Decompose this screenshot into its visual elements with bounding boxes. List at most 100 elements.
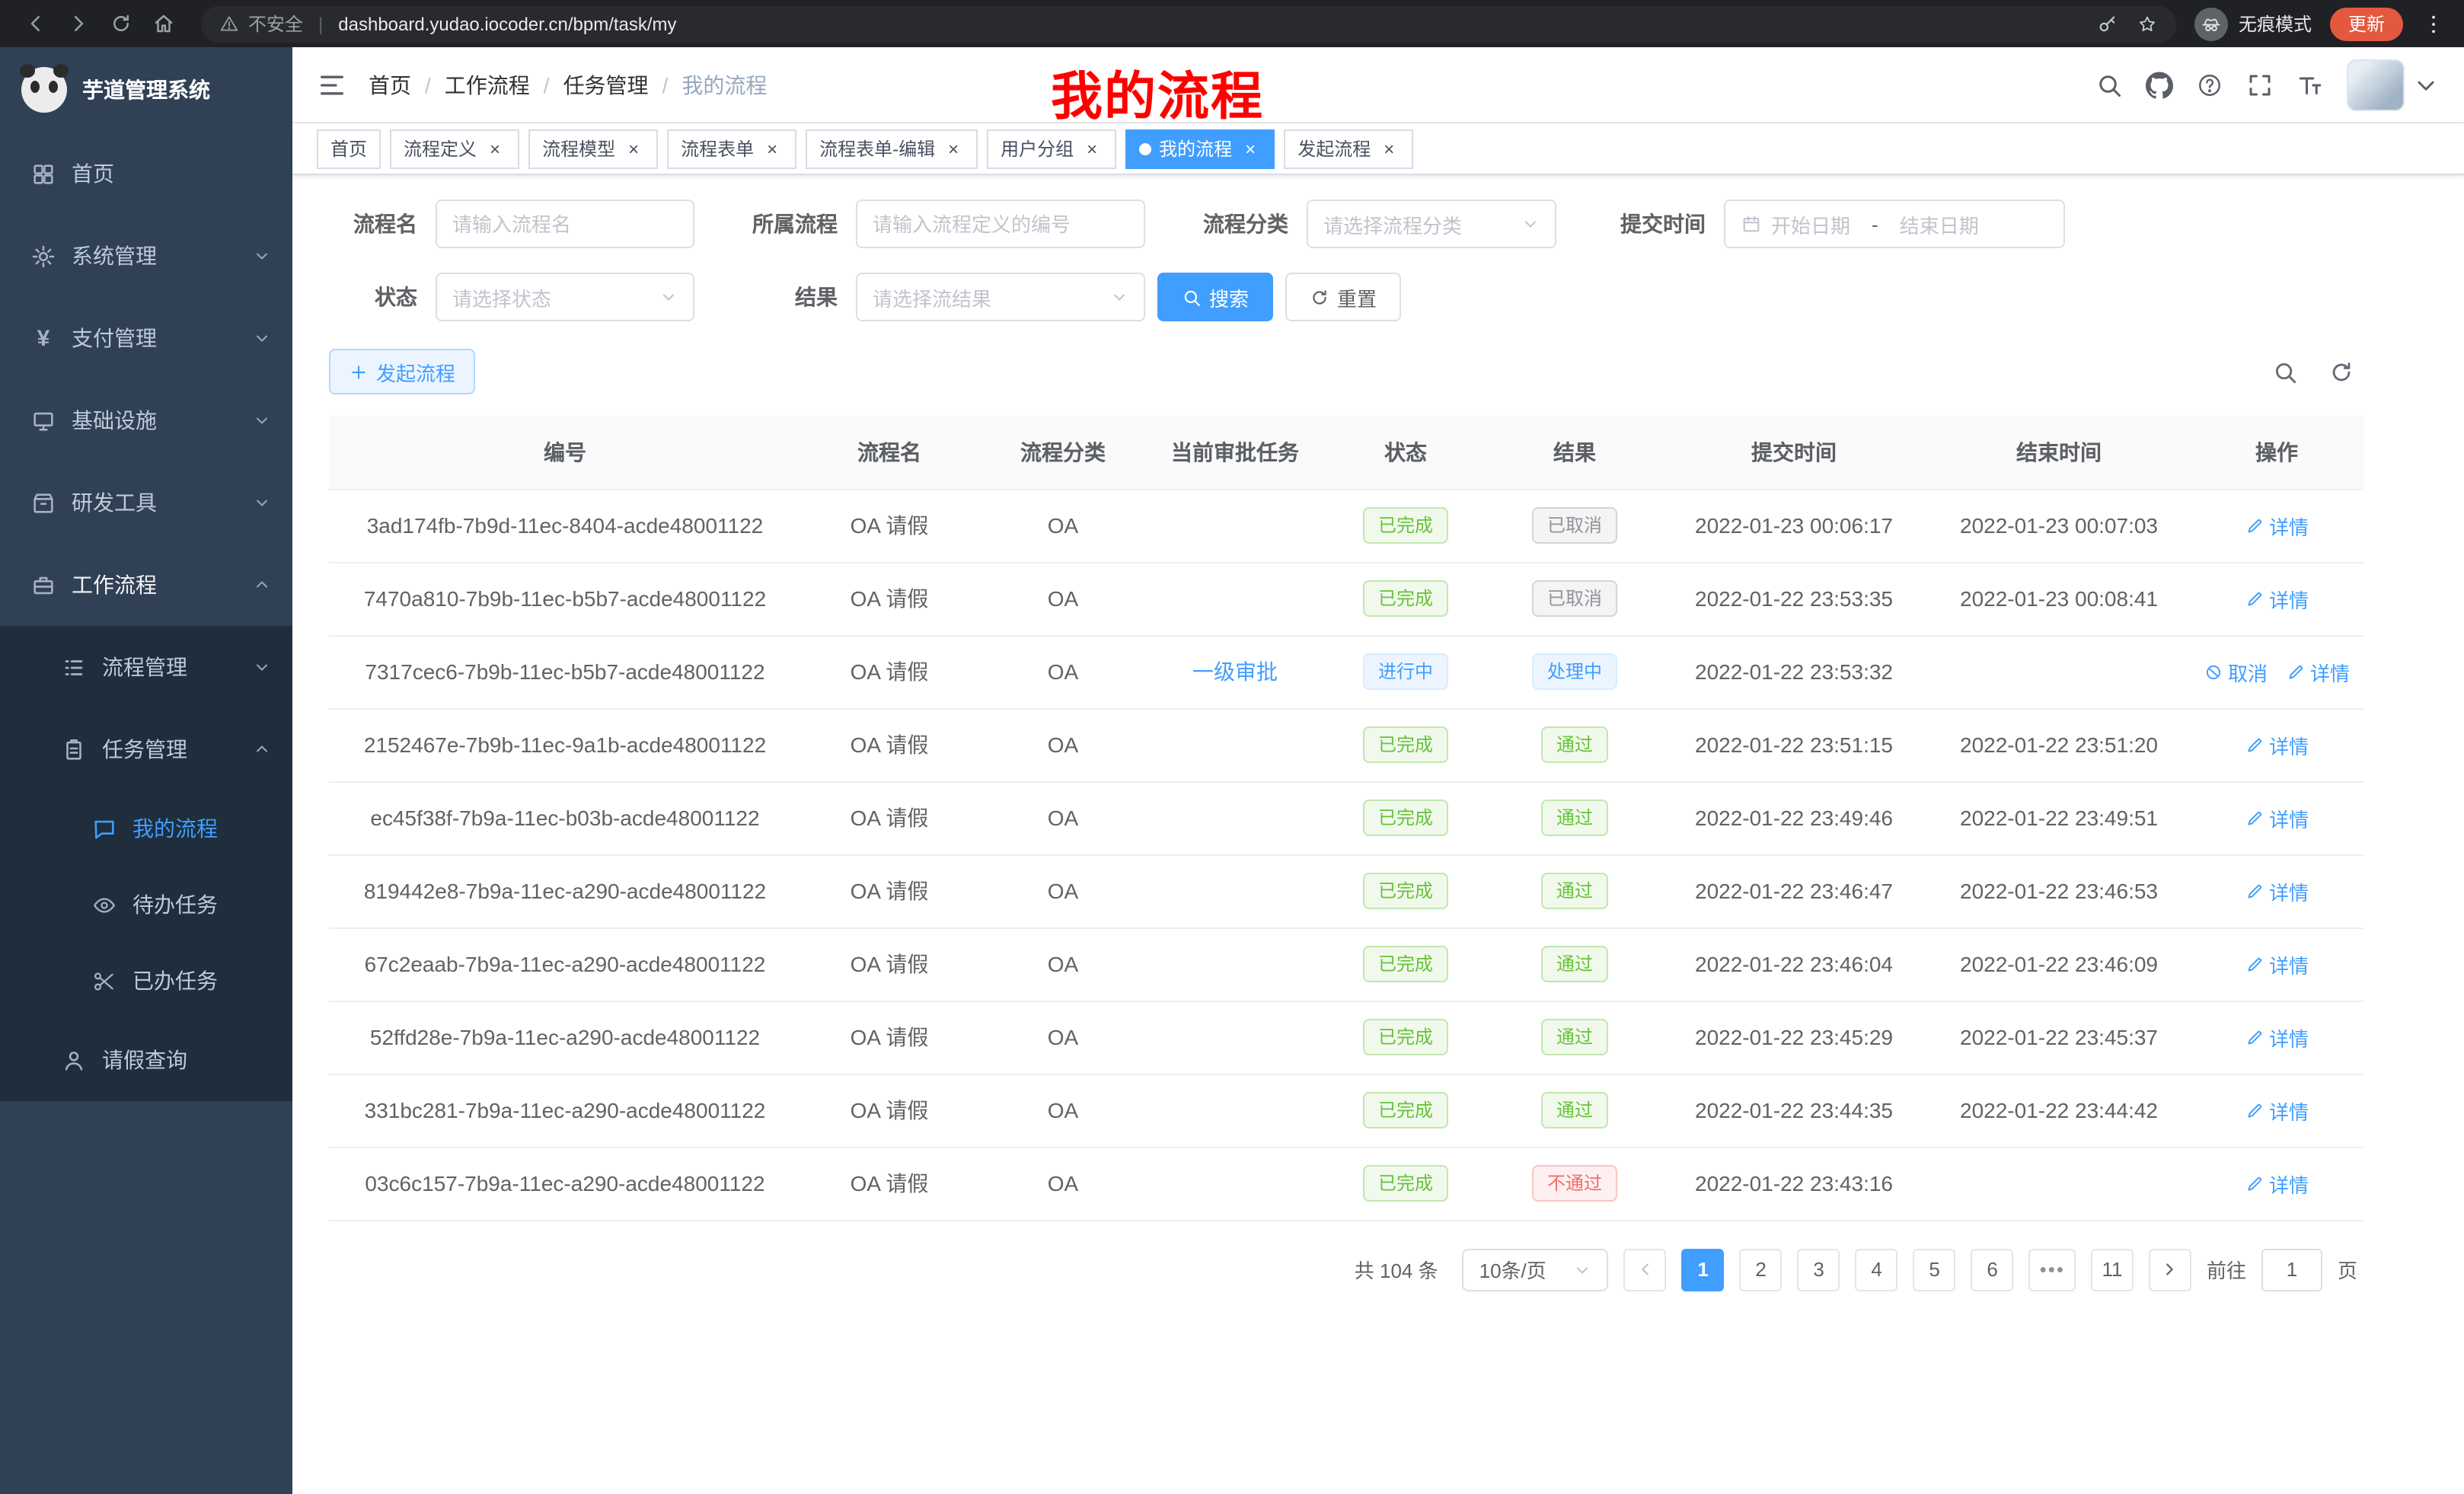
browser-menu-icon[interactable]: [2421, 11, 2446, 36]
prev-page-button[interactable]: [1624, 1248, 1667, 1291]
logo[interactable]: 芋道管理系统: [0, 47, 292, 132]
search-button[interactable]: 搜索: [1157, 273, 1273, 321]
status-badge: 已完成: [1363, 726, 1448, 763]
detail-link[interactable]: 详情: [2245, 730, 2309, 759]
cell-end-time: 2022-01-22 23:51:20: [1928, 708, 2190, 781]
pager-page-2[interactable]: 2: [1740, 1248, 1783, 1291]
sidebar-item-4[interactable]: 研发工具: [0, 461, 292, 544]
tab-1[interactable]: 流程定义×: [390, 129, 519, 168]
sidebar-item-8[interactable]: 我的流程: [0, 790, 292, 867]
sidebar-item-6[interactable]: 流程管理: [0, 626, 292, 708]
cell-status: 进行中: [1322, 635, 1489, 708]
breadcrumb-item-workflow[interactable]: 工作流程: [445, 69, 530, 100]
result-select[interactable]: 请选择流结果: [856, 273, 1145, 321]
tab-5[interactable]: 用户分组×: [987, 129, 1116, 168]
cell-end-time: 2022-01-22 23:45:37: [1928, 1001, 2190, 1074]
close-icon[interactable]: ×: [761, 138, 783, 159]
breadcrumb-item-home[interactable]: 首页: [369, 69, 411, 100]
sidebar-item-10[interactable]: 已办任务: [0, 943, 292, 1019]
tab-6[interactable]: 我的流程×: [1125, 129, 1275, 168]
close-icon[interactable]: ×: [1081, 138, 1103, 159]
detail-link[interactable]: 详情: [2245, 1023, 2309, 1052]
pager-page-1[interactable]: 1: [1682, 1248, 1725, 1291]
sidebar-item-9[interactable]: 待办任务: [0, 867, 292, 943]
close-icon[interactable]: ×: [623, 138, 644, 159]
cancel-link[interactable]: 取消: [2204, 657, 2268, 686]
task-link[interactable]: 一级审批: [1192, 656, 1278, 687]
breadcrumb-item-current: 我的流程: [681, 69, 767, 100]
pager-more[interactable]: •••: [2029, 1248, 2076, 1291]
cell-task: [1148, 854, 1322, 927]
process-name-field[interactable]: [436, 200, 694, 248]
detail-link[interactable]: 详情: [2245, 511, 2309, 540]
next-page-button[interactable]: [2149, 1248, 2191, 1291]
reset-button[interactable]: 重置: [1285, 273, 1401, 321]
detail-link[interactable]: 详情: [2245, 803, 2309, 832]
cell-task: [1148, 708, 1322, 781]
column-header-result: 结果: [1489, 416, 1660, 489]
search-icon[interactable]: [2095, 71, 2123, 98]
create-process-button[interactable]: 发起流程: [329, 349, 475, 394]
detail-link[interactable]: 详情: [2245, 950, 2309, 978]
update-button[interactable]: 更新: [2330, 7, 2403, 40]
tab-3[interactable]: 流程表单×: [667, 129, 796, 168]
cell-category: OA: [978, 781, 1148, 854]
tab-4[interactable]: 流程表单-编辑×: [806, 129, 978, 168]
font-size-icon[interactable]: [2296, 71, 2324, 98]
status-select[interactable]: 请选择状态: [436, 273, 694, 321]
breadcrumb-item-task[interactable]: 任务管理: [563, 69, 649, 100]
help-icon[interactable]: [2196, 71, 2223, 98]
tab-0[interactable]: 首页: [317, 129, 381, 168]
sidebar-item-7[interactable]: 任务管理: [0, 708, 292, 790]
fullscreen-icon[interactable]: [2246, 71, 2274, 98]
browser-back-button[interactable]: [15, 5, 55, 42]
process-name-input[interactable]: [452, 212, 678, 235]
close-icon[interactable]: ×: [1240, 138, 1261, 159]
browser-home-button[interactable]: [143, 5, 183, 42]
category-select[interactable]: 请选择流程分类: [1307, 200, 1556, 248]
detail-link[interactable]: 详情: [2245, 876, 2309, 905]
pager-page-3[interactable]: 3: [1798, 1248, 1840, 1291]
chevron-down-icon: [253, 658, 271, 676]
pager-page-5[interactable]: 5: [1913, 1248, 1956, 1291]
sidebar-item-1[interactable]: 系统管理: [0, 215, 292, 297]
date-range-picker[interactable]: 开始日期 - 结束日期: [1724, 200, 2065, 248]
hamburger-icon[interactable]: [317, 69, 347, 100]
detail-link[interactable]: 详情: [2286, 657, 2350, 686]
sidebar-item-2[interactable]: ¥支付管理: [0, 297, 292, 379]
page-size-select[interactable]: 10条/页: [1463, 1248, 1609, 1291]
sidebar-item-3[interactable]: 基础设施: [0, 379, 292, 461]
close-icon[interactable]: ×: [484, 138, 506, 159]
close-icon[interactable]: ×: [1378, 138, 1400, 159]
cell-id: 331bc281-7b9a-11ec-a290-acde48001122: [329, 1074, 801, 1147]
address-bar[interactable]: 不安全 | dashboard.yudao.iocoder.cn/bpm/tas…: [201, 5, 2176, 42]
goto-page-input[interactable]: [2261, 1248, 2322, 1291]
user-menu[interactable]: [2347, 59, 2440, 110]
result-badge: 通过: [1541, 873, 1608, 909]
breadcrumb-separator: /: [662, 72, 669, 97]
sidebar-item-5[interactable]: 工作流程: [0, 544, 292, 626]
pager-page-4[interactable]: 4: [1856, 1248, 1898, 1291]
pager-page-6[interactable]: 6: [1971, 1248, 2014, 1291]
refresh-table-icon[interactable]: [2328, 359, 2354, 385]
detail-link[interactable]: 详情: [2245, 1169, 2309, 1198]
close-icon[interactable]: ×: [943, 138, 964, 159]
tab-2[interactable]: 流程模型×: [528, 129, 658, 168]
toggle-search-icon[interactable]: [2272, 359, 2298, 385]
process-definition-field[interactable]: [856, 200, 1145, 248]
tab-7[interactable]: 发起流程×: [1284, 129, 1413, 168]
goto-suffix: 页: [2338, 1255, 2357, 1284]
sidebar-item-0[interactable]: 首页: [0, 132, 292, 215]
sidebar-item-11[interactable]: 请假查询: [0, 1019, 292, 1101]
browser-reload-button[interactable]: [101, 5, 140, 42]
github-icon[interactable]: [2146, 71, 2173, 98]
browser-forward-button[interactable]: [58, 5, 97, 42]
process-definition-input[interactable]: [873, 212, 1128, 235]
pager-page-11[interactable]: 11: [2091, 1248, 2134, 1291]
result-badge: 已取消: [1532, 507, 1617, 544]
detail-link[interactable]: 详情: [2245, 584, 2309, 613]
key-icon[interactable]: [2097, 13, 2118, 34]
column-header-task: 当前审批任务: [1148, 416, 1322, 489]
detail-link[interactable]: 详情: [2245, 1096, 2309, 1125]
bookmark-star-icon[interactable]: [2137, 13, 2158, 34]
